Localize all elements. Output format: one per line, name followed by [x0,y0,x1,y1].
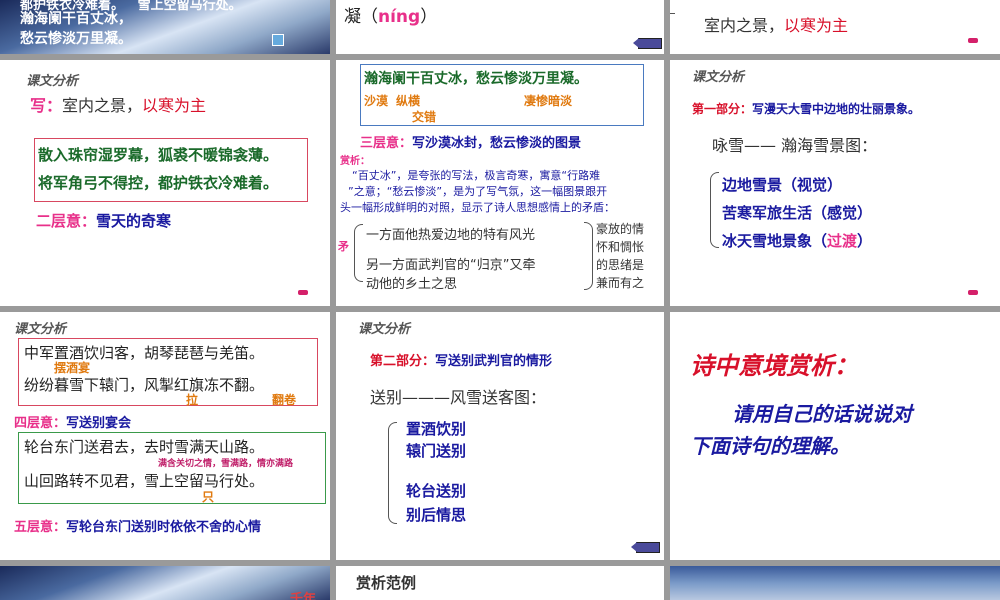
poem-line: 山回路转不见君，雪上空留马行处。 [24,472,265,490]
annotation: 凄惨暗淡 [524,94,573,108]
brace [354,224,363,282]
layer-heading: 二层意：雪天的奇寒 [36,212,172,230]
brace [710,172,719,248]
outline-item: 苦寒军旅生活（感觉） [722,204,873,222]
annotation: 翻卷 [272,393,297,407]
back-icon[interactable] [633,38,662,49]
contradiction-label: 矛 [338,240,349,253]
section-heading: 课文分析 [14,322,67,337]
poem-line: 将军角弓不得控，都护铁衣冷难着。 [38,174,279,192]
slide-11[interactable]: 赏析范例 [336,566,664,600]
slide-body: 请用自己的话说说对 [732,402,912,426]
part-heading: 第一部分：写漫天大雪中边地的壮丽景象。 [692,102,921,116]
outline-item: 冰天雪地景象（过渡） [722,232,873,250]
annotation: 交错 [412,110,437,124]
layer-heading: 三层意：写沙漠冰封，愁云惨淡的图景 [360,136,582,151]
brace [388,422,397,524]
appreciation-label: 赏析： [340,156,370,167]
annotation: 拉 [186,393,199,407]
annotation: 纵横 [396,94,421,108]
theme-heading: 送别———风雪送客图： [370,388,547,407]
appreciation-text: 头一幅形成鲜明的对照，显示了诗人思想感情上的矛盾： [340,201,615,214]
outline-item: 边地雪景（视觉） [722,176,843,194]
poem-line: 轮台东门送君去，去时雪满天山路。 [24,438,265,456]
slide-4[interactable]: 课文分析 写：室内之景，以寒为主 散入珠帘湿罗幕，狐裘不暖锦衾薄。 将军角弓不得… [0,60,330,306]
slide-2[interactable]: 凝（níng） [336,0,664,54]
part-heading: 第二部分：写送别武判官的情形 [370,354,553,369]
slide-12-photo[interactable] [670,566,1000,600]
appreciation-text: ”之意；“愁云惨淡”，是为了写气氛，这一幅图景跟开 [348,185,608,198]
next-arrow-icon[interactable] [298,290,308,295]
contradiction-side: 一方面他热爱边地的特有风光 [366,228,536,243]
mood-text: 兼而有之 [596,276,645,290]
slide-5[interactable]: 瀚海阑干百丈冰，愁云惨淡万里凝。 沙漠 纵横 交错 凄惨暗淡 三层意：写沙漠冰封… [336,60,664,306]
mood-text: 的思绪是 [596,258,645,272]
slide-3[interactable]: 室内之景，以寒为主 [670,0,1000,54]
mood-text: 怀和惆怅 [596,240,645,254]
write-line: 写：室内之景，以寒为主 [30,96,207,115]
section-heading: 课文分析 [26,74,79,89]
appreciation-text: “百丈冰”，是夸张的写法，极言奇寒，寓意“行路难 [352,169,601,182]
slide-6[interactable]: 课文分析 第一部分：写漫天大雪中边地的壮丽景象。 咏雪—— 瀚海雪景图： 边地雪… [670,60,1000,306]
outline-item: 置酒饮别 [406,420,467,438]
poem-line-2: 瀚海阑干百丈冰， [20,11,132,27]
bracket [584,222,593,290]
pronunciation: 凝（níng） [344,7,438,27]
annotation: 沙漠 [364,94,389,108]
scene-text: 室内之景，以寒为主 [704,16,849,35]
layer-heading: 五层意：写轮台东门送别时依依不舍的心情 [14,520,262,535]
slide-title: 诗中意境赏析： [690,351,858,380]
poem-line-3: 愁云惨淡万里凝。 [20,31,132,47]
slide-7[interactable]: 课文分析 中军置酒饮归客，胡琴琵琶与羌笛。 摆酒宴 纷纷暮雪下辕门，风掣红旗冻不… [0,312,330,560]
contradiction-side: 另一方面武判官的“归京”又牵 [366,258,536,273]
section-heading: 课文分析 [358,322,411,337]
slide-8[interactable]: 课文分析 第二部分：写送别武判官的情形 送别———风雪送客图： 置酒饮别 辕门送… [336,312,664,560]
slide-10-photo[interactable]: 千年 [0,566,330,600]
next-arrow-icon[interactable] [968,290,978,295]
slide-body: 下面诗句的理解。 [690,434,850,458]
outline-item: 轮台送别 [406,482,467,500]
slide-9[interactable]: 诗中意境赏析： 请用自己的话说说对 下面诗句的理解。 [670,312,1000,560]
photo-caption: 千年 [290,592,317,600]
annotation: 只 [202,490,215,504]
poem-line: 散入珠帘湿罗幕，狐裘不暖锦衾薄。 [38,146,279,164]
slide-1-photo[interactable]: 都护铁衣冷难着。 雪上空留马行处。 瀚海阑干百丈冰， 愁云惨淡万里凝。 [0,0,330,54]
back-icon[interactable] [631,542,660,553]
theme-heading: 咏雪—— 瀚海雪景图： [712,136,878,155]
contradiction-side: 动他的乡土之思 [366,277,458,292]
outline-item: 辕门送别 [406,442,467,460]
mood-text: 豪放的情 [596,222,645,236]
next-arrow-icon[interactable] [968,38,978,43]
bracket [670,0,675,14]
speaker-icon[interactable] [272,34,284,46]
layer-heading: 四层意：写送别宴会 [14,416,132,431]
annotation: 满含关切之情，雪满路，情亦满路 [158,459,294,469]
poem-line: 纷纷暮雪下辕门，风掣红旗冻不翻。 [24,376,265,394]
outline-item: 别后情思 [406,506,467,524]
slide-title: 赏析范例 [356,574,417,592]
poem-line: 瀚海阑干百丈冰，愁云惨淡万里凝。 [364,71,588,87]
section-heading: 课文分析 [692,70,745,85]
